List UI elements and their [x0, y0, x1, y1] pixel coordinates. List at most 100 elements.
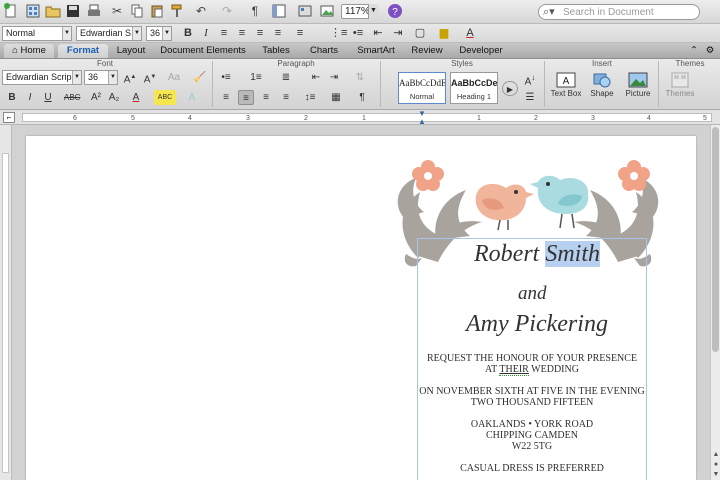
vertical-ruler[interactable]: [0, 125, 12, 480]
invite-line-7[interactable]: W22 5TG: [417, 441, 647, 452]
cut-icon[interactable]: ✂: [108, 3, 126, 20]
ribbon-outdent-button[interactable]: ⇤: [308, 70, 324, 85]
ribbon-size-dropdown[interactable]: 36 ▼: [84, 70, 118, 85]
scrollbar-thumb[interactable]: [712, 127, 719, 352]
zoom-dropdown-arrow[interactable]: ▼: [368, 4, 378, 19]
ribbon-highlight-button[interactable]: ABC: [154, 90, 176, 105]
vertical-scrollbar[interactable]: ▲ ● ▼: [710, 125, 720, 480]
grow-font-button[interactable]: A▲: [122, 70, 138, 85]
borders-shading-button[interactable]: ▦: [328, 90, 344, 105]
paste-icon[interactable]: [148, 3, 166, 20]
invite-line-3[interactable]: ON NOVEMBER SIXTH AT FIVE IN THE EVENING: [417, 386, 647, 397]
change-case-button[interactable]: Aa: [166, 70, 182, 85]
borders-button[interactable]: ▢: [412, 26, 428, 41]
text-box-button[interactable]: A Text Box: [548, 71, 584, 107]
style-options-icon[interactable]: ☰: [522, 90, 538, 105]
tab-review[interactable]: Review: [406, 44, 448, 58]
ribbon-numbering-button[interactable]: 1≡: [248, 70, 264, 85]
strikethrough-button[interactable]: ABC: [64, 90, 80, 105]
bold-button[interactable]: B: [180, 26, 196, 41]
ribbon-indent-button[interactable]: ⇥: [326, 70, 342, 85]
indent-marker-icon[interactable]: ▼ ▲: [418, 110, 426, 126]
ribbon-align-center-button[interactable]: ≡: [238, 90, 254, 105]
invite-line-2[interactable]: AT THEIR WEDDING: [417, 364, 647, 376]
ribbon-bold-button[interactable]: B: [4, 90, 20, 105]
bullet-list-button[interactable]: •≡: [350, 26, 366, 41]
tab-stop-icon[interactable]: ⌐: [3, 112, 15, 123]
print-icon[interactable]: [85, 3, 103, 20]
ribbon-multilevel-button[interactable]: ≣: [278, 70, 294, 85]
ribbon-sort-button[interactable]: ⇅: [352, 70, 368, 85]
increase-indent-button[interactable]: ⇥: [390, 26, 406, 41]
copy-icon[interactable]: [128, 3, 146, 20]
tab-document-elements[interactable]: Document Elements: [156, 44, 250, 58]
help-icon[interactable]: ?: [386, 3, 404, 20]
pilcrow-icon[interactable]: ¶: [246, 3, 264, 20]
size-dropdown[interactable]: 36 ▼: [146, 26, 172, 41]
format-painter-icon[interactable]: [168, 3, 186, 20]
style-normal[interactable]: AaBbCcDdEe Normal: [398, 72, 446, 104]
tab-home[interactable]: ⌂ Home: [4, 44, 54, 58]
sidebar-icon[interactable]: [270, 3, 288, 20]
tab-layout[interactable]: Layout: [110, 44, 152, 58]
tab-developer[interactable]: Developer: [452, 44, 510, 58]
superscript-button[interactable]: A²: [88, 90, 104, 105]
redo-icon[interactable]: ↷: [218, 3, 236, 20]
tab-charts[interactable]: Charts: [302, 44, 346, 58]
justify-button[interactable]: ≡: [270, 26, 286, 41]
ribbon-align-right-button[interactable]: ≡: [258, 90, 274, 105]
open-folder-icon[interactable]: [44, 3, 62, 20]
ribbon-settings-icon[interactable]: ⚙: [704, 44, 716, 58]
paragraph-marks-button[interactable]: ¶: [354, 90, 370, 105]
shape-button[interactable]: Shape: [584, 71, 620, 107]
ribbon-bullets-button[interactable]: •≡: [218, 70, 234, 85]
decrease-indent-button[interactable]: ⇤: [370, 26, 386, 41]
picture-button[interactable]: Picture: [620, 71, 656, 107]
italic-button[interactable]: I: [198, 26, 214, 41]
line-spacing-button[interactable]: ↕≡: [302, 90, 318, 105]
undo-icon[interactable]: ↶: [192, 3, 210, 20]
align-right-button[interactable]: ≡: [252, 26, 268, 41]
prev-page-icon[interactable]: ▲: [712, 450, 720, 460]
invite-line-4[interactable]: TWO THOUSAND FIFTEEN: [417, 397, 647, 408]
invite-line-5[interactable]: OAKLANDS • YORK ROAD: [417, 419, 647, 430]
ribbon-underline-button[interactable]: U: [40, 90, 56, 105]
clear-formatting-icon[interactable]: 🧹: [192, 70, 208, 85]
groom-name[interactable]: Robert Smith: [474, 241, 600, 268]
font-color-button[interactable]: A: [462, 26, 478, 41]
save-icon[interactable]: [64, 3, 82, 20]
browse-object-icon[interactable]: ●: [712, 461, 720, 469]
styles-next-icon[interactable]: ▶: [502, 81, 518, 96]
highlight-button[interactable]: ▆: [436, 26, 452, 41]
horizontal-ruler[interactable]: ⌐ 6 5 4 3 2 1 1 2 3 4 5 ▼ ▲: [0, 110, 720, 126]
font-dropdown[interactable]: Edwardian S... ▼: [76, 26, 142, 41]
tab-smartart[interactable]: SmartArt: [350, 44, 402, 58]
shrink-font-button[interactable]: A▼: [142, 70, 158, 85]
style-pane-icon[interactable]: A↓: [522, 70, 538, 87]
collapse-ribbon-icon[interactable]: ⌃: [688, 44, 700, 58]
and-text[interactable]: and: [518, 283, 547, 305]
style-heading-1[interactable]: AaBbCcDe Heading 1: [450, 72, 498, 104]
themes-button[interactable]: Themes: [662, 71, 698, 107]
invite-line-8[interactable]: CASUAL DRESS IS PREFERRED: [417, 463, 647, 474]
style-dropdown[interactable]: Normal ▼: [2, 26, 72, 41]
align-center-active-button[interactable]: ≡: [292, 26, 308, 41]
media-browser-icon[interactable]: [318, 3, 336, 20]
numbered-list-button[interactable]: ⋮≡: [330, 26, 347, 41]
ribbon-italic-button[interactable]: I: [22, 90, 38, 105]
tab-tables[interactable]: Tables: [254, 44, 298, 58]
invite-line-6[interactable]: CHIPPING CAMDEN: [417, 430, 647, 441]
ribbon-font-color-button[interactable]: A: [128, 90, 144, 105]
align-center-button[interactable]: ≡: [234, 26, 250, 41]
next-page-icon[interactable]: ▼: [712, 470, 720, 480]
tab-format[interactable]: Format: [58, 44, 108, 58]
text-effects-button[interactable]: A: [184, 90, 200, 105]
invite-line-1[interactable]: REQUEST THE HONOUR OF YOUR PRESENCE: [417, 353, 647, 364]
toolbox-icon[interactable]: [296, 3, 314, 20]
ribbon-align-left-button[interactable]: ≡: [218, 90, 234, 105]
subscript-button[interactable]: A₂: [106, 90, 122, 105]
new-document-icon[interactable]: [2, 3, 20, 20]
gallery-icon[interactable]: [24, 3, 42, 20]
bride-name[interactable]: Amy Pickering: [466, 311, 608, 338]
align-left-button[interactable]: ≡: [216, 26, 232, 41]
